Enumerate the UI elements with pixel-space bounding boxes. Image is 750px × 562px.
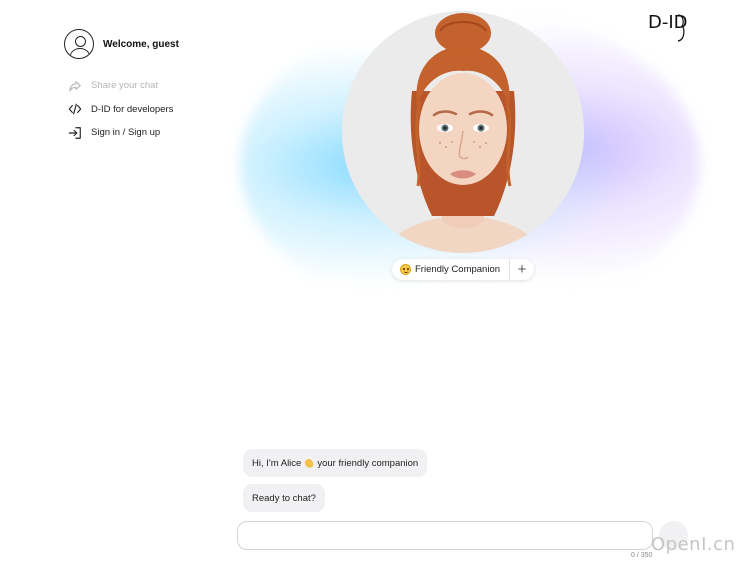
woman-portrait-image xyxy=(342,11,584,253)
persona-button[interactable]: Friendly Companion xyxy=(392,259,510,280)
greeting-text-after: your friendly companion xyxy=(317,457,419,469)
ready-text: Ready to chat? xyxy=(252,492,316,504)
waving-hand-icon xyxy=(304,458,314,468)
welcome-text: Welcome, guest xyxy=(103,38,179,50)
sign-in-icon xyxy=(67,125,83,141)
sidebar-menu: Share your chat D-ID for developers Sign… xyxy=(64,74,234,145)
smiling-face-icon xyxy=(400,264,411,275)
sidebar: Welcome, guest Share your chat D-ID for … xyxy=(64,28,234,145)
developers-link[interactable]: D-ID for developers xyxy=(64,98,234,122)
persona-selector: Friendly Companion + xyxy=(392,259,534,280)
persona-label: Friendly Companion xyxy=(415,264,501,275)
share-chat-label: Share your chat xyxy=(91,80,159,92)
share-chat-button[interactable]: Share your chat xyxy=(64,74,234,98)
avatar-portrait xyxy=(342,11,584,253)
share-icon xyxy=(67,78,83,94)
logo-bracket-icon xyxy=(677,14,685,42)
sign-in-button[interactable]: Sign in / Sign up xyxy=(64,121,234,145)
greeting-text-before: Hi, I'm Alice xyxy=(252,457,302,469)
developers-label: D-ID for developers xyxy=(91,103,174,115)
character-counter: 0 / 350 xyxy=(631,552,653,559)
add-persona-button[interactable]: + xyxy=(510,262,534,277)
watermark: OpenI.cn xyxy=(651,534,736,555)
user-avatar-icon[interactable] xyxy=(64,29,94,59)
chat-input[interactable] xyxy=(237,521,653,550)
chat-message-greeting: Hi, I'm Alice your friendly companion xyxy=(243,449,428,477)
sign-in-label: Sign in / Sign up xyxy=(91,127,161,139)
chat-message-ready: Ready to chat? xyxy=(243,484,325,512)
code-icon xyxy=(67,101,83,117)
user-row: Welcome, guest xyxy=(64,28,234,60)
